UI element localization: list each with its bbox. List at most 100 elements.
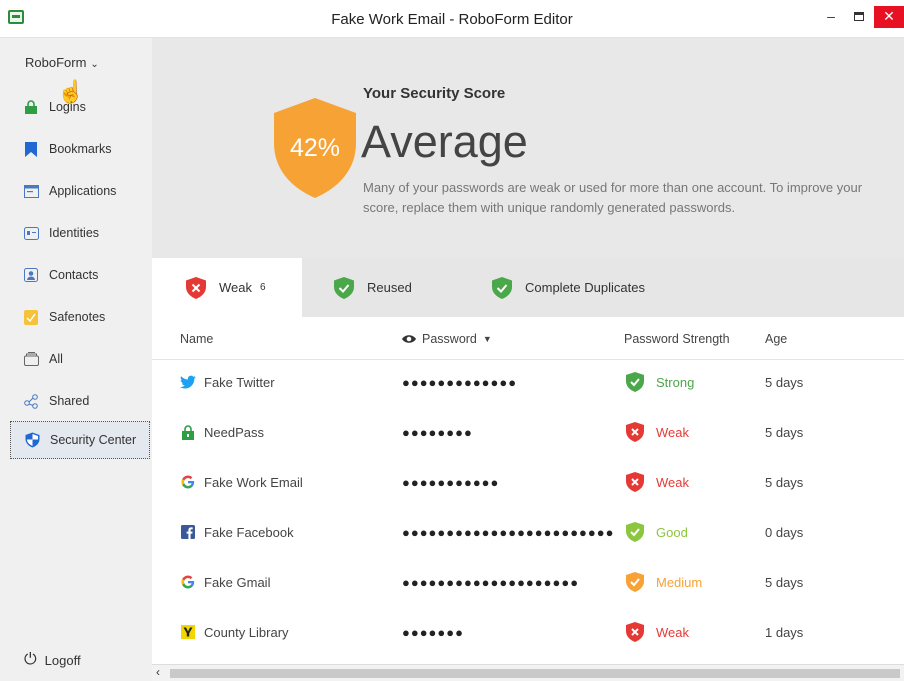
- maximize-icon: [854, 12, 864, 21]
- sidebar-item-label: Logins: [49, 100, 86, 114]
- good-shield-icon: [626, 522, 644, 542]
- table-row[interactable]: Fake Work Email ●●●●●●●●●●● Weak 5 days: [152, 457, 904, 507]
- score-description: Many of your passwords are weak or used …: [363, 180, 863, 215]
- sidebar-item-shared[interactable]: Shared: [10, 384, 150, 418]
- login-name: County Library: [204, 624, 289, 640]
- tab-count: 6: [260, 282, 266, 293]
- application-icon: [23, 183, 39, 199]
- strength-cell: Medium: [626, 557, 702, 607]
- sidebar-item-security-center[interactable]: Security Center: [10, 421, 150, 459]
- sidebar-item-contacts[interactable]: Contacts: [10, 258, 150, 292]
- sidebar-item-logins[interactable]: Logins: [10, 90, 150, 124]
- tab-label: Weak: [219, 280, 252, 295]
- bookmark-icon: [23, 141, 39, 157]
- weak-shield-icon: [186, 276, 206, 299]
- column-header-strength[interactable]: Password Strength: [624, 332, 730, 346]
- age-value: 0 days: [765, 524, 804, 540]
- chevron-left-icon[interactable]: ‹: [156, 665, 160, 679]
- strength-label: Weak: [656, 474, 689, 490]
- score-percent: 42%: [289, 134, 341, 162]
- strength-label: Medium: [656, 574, 703, 590]
- password-mask: ●●●●●●●●●●●: [402, 474, 500, 490]
- strength-label: Weak: [656, 424, 689, 440]
- sidebar-item-label: Security Center: [50, 433, 137, 447]
- strong-shield-icon: [626, 372, 644, 392]
- column-header-age[interactable]: Age: [765, 332, 787, 346]
- sidebar-item-label: Applications: [49, 184, 117, 198]
- brand-label: RoboForm: [25, 55, 87, 70]
- power-icon: ⏻: [24, 651, 37, 668]
- sidebar-item-label: Safenotes: [49, 310, 106, 324]
- table-row[interactable]: Fake Twitter ●●●●●●●●●●●●● Strong 5 days: [152, 357, 904, 407]
- filter-tabs: Weak 6 Reused Complete Duplicates: [152, 258, 904, 317]
- login-name: Fake Gmail: [204, 574, 271, 590]
- age-value: 1 days: [765, 624, 804, 640]
- logoff-label: Logoff: [44, 652, 81, 668]
- weak-shield-icon: [626, 622, 644, 642]
- strength-cell: Weak: [626, 407, 689, 457]
- share-icon: [23, 393, 39, 409]
- strength-cell: Weak: [626, 607, 689, 657]
- tab-reused[interactable]: Reused: [334, 258, 412, 317]
- sidebar-item-safenotes[interactable]: Safenotes: [10, 300, 150, 334]
- roboform-menu[interactable]: RoboForm ⌄: [25, 55, 99, 70]
- sidebar-item-identities[interactable]: Identities: [10, 216, 150, 250]
- yahoo-icon: [180, 624, 196, 640]
- tab-complete-duplicates[interactable]: Complete Duplicates: [492, 258, 645, 317]
- security-score-panel: 42% Your Security Score Average Many of …: [152, 38, 904, 258]
- login-name-cell: County Library: [180, 607, 289, 657]
- score-rating: Average: [361, 116, 528, 167]
- lock-icon: [23, 99, 39, 115]
- age-value: 5 days: [765, 424, 804, 440]
- twitter-icon: [180, 374, 196, 390]
- title-bar: Fake Work Email - RoboForm Editor – ✕: [0, 0, 904, 38]
- identity-card-icon: [23, 225, 39, 241]
- weak-shield-icon: [626, 472, 644, 492]
- age-value: 5 days: [765, 574, 804, 590]
- login-name-cell: Fake Gmail: [180, 557, 270, 607]
- sidebar-item-applications[interactable]: Applications: [10, 174, 150, 208]
- strength-label: Strong: [656, 374, 695, 390]
- tab-label: Complete Duplicates: [525, 280, 645, 295]
- tab-label: Reused: [367, 280, 412, 295]
- strength-cell: Strong: [626, 357, 694, 407]
- horizontal-scrollbar[interactable]: ‹: [152, 664, 904, 681]
- minimize-button[interactable]: –: [820, 6, 842, 28]
- age-value: 5 days: [765, 474, 804, 490]
- eye-icon[interactable]: [402, 334, 416, 344]
- column-header-name[interactable]: Name: [180, 332, 213, 346]
- table-row[interactable]: Fake Facebook ●●●●●●●●●●●●●●●●●●●●●●●● G…: [152, 507, 904, 557]
- google-icon: [180, 574, 196, 590]
- google-icon: [180, 474, 196, 490]
- table-row[interactable]: County Library ●●●●●●● Weak 1 days: [152, 607, 904, 657]
- login-name-cell: Fake Twitter: [180, 357, 275, 407]
- login-name: Fake Twitter: [204, 374, 275, 390]
- column-header-password[interactable]: Password ▼: [402, 332, 492, 346]
- sort-down-icon: ▼: [482, 334, 492, 344]
- login-name-cell: Fake Facebook: [180, 507, 294, 557]
- sidebar-item-bookmarks[interactable]: Bookmarks: [10, 132, 150, 166]
- medium-shield-icon: [626, 572, 644, 592]
- window-title: Fake Work Email - RoboForm Editor: [331, 11, 573, 28]
- sidebar-item-label: Shared: [49, 394, 90, 408]
- chevron-down-icon: ⌄: [90, 59, 99, 70]
- close-button[interactable]: ✕: [874, 6, 904, 28]
- table-row[interactable]: Fake Gmail ●●●●●●●●●●●●●●●●●●●● Medium 5…: [152, 557, 904, 607]
- login-name-cell: NeedPass: [180, 407, 264, 457]
- sidebar-item-all[interactable]: All: [10, 342, 150, 376]
- contact-icon: [23, 267, 39, 283]
- password-mask: ●●●●●●●●●●●●●●●●●●●●: [402, 574, 580, 590]
- check-shield-icon: [334, 276, 354, 299]
- password-mask: ●●●●●●●: [402, 624, 464, 640]
- login-name: NeedPass: [204, 424, 264, 440]
- logoff-button[interactable]: ⏻ Logoff: [24, 651, 81, 669]
- score-label: Your Security Score: [363, 85, 506, 102]
- password-table: Name Password ▼ Password Strength Age Fa…: [152, 317, 904, 664]
- tab-weak[interactable]: Weak 6: [152, 258, 302, 317]
- table-row[interactable]: NeedPass ●●●●●●●● Weak 5 days: [152, 407, 904, 457]
- login-name-cell: Fake Work Email: [180, 457, 303, 507]
- weak-shield-icon: [626, 422, 644, 442]
- maximize-button[interactable]: [848, 6, 870, 28]
- scrollbar-thumb[interactable]: [170, 669, 900, 678]
- column-header-label: Password: [422, 332, 477, 346]
